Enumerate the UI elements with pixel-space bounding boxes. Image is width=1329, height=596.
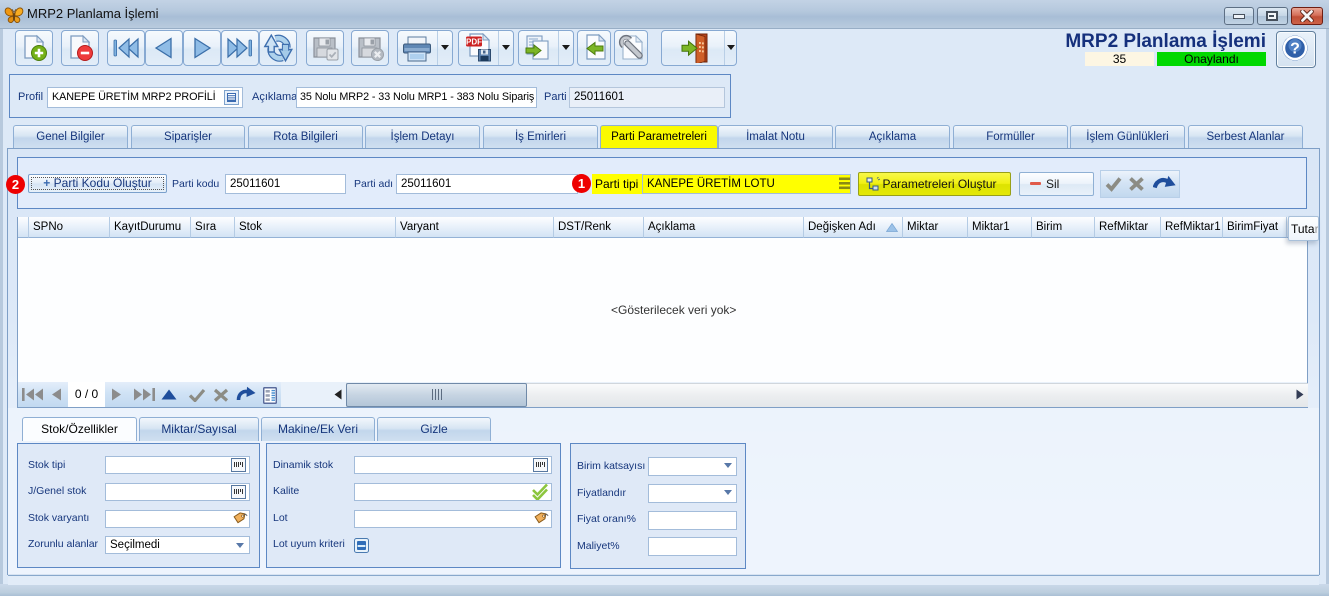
- svg-text:?: ?: [1290, 41, 1300, 58]
- svg-text:PDF: PDF: [466, 38, 482, 47]
